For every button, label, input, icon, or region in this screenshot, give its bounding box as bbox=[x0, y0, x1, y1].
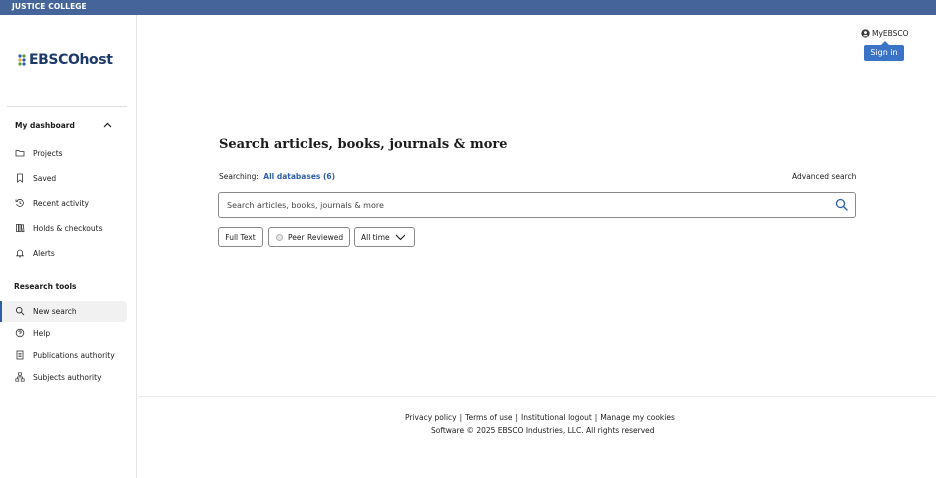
ebscohost-logo[interactable]: EBSCOhost bbox=[17, 52, 113, 68]
privacy-policy-link[interactable]: Privacy policy bbox=[405, 413, 457, 422]
books-icon bbox=[16, 224, 25, 233]
sidebar-item-new-search[interactable]: New search bbox=[0, 301, 127, 322]
peer-reviewed-filter[interactable]: Peer Reviewed bbox=[268, 227, 350, 247]
history-icon bbox=[15, 199, 24, 207]
search-submit-icon[interactable] bbox=[835, 198, 848, 211]
logo-text: EBSCOhost bbox=[29, 52, 113, 68]
institutional-logout-link[interactable]: Institutional logout bbox=[521, 413, 592, 422]
hierarchy-icon bbox=[15, 372, 25, 382]
manage-cookies-link[interactable]: Manage my cookies bbox=[600, 413, 675, 422]
advanced-search-link[interactable]: Advanced search bbox=[792, 172, 856, 181]
myebsco-menu[interactable]: MyEBSCO bbox=[861, 29, 909, 38]
footer-divider bbox=[138, 396, 936, 397]
institution-bar: JUSTICE COLLEGE bbox=[0, 0, 936, 15]
terms-of-use-link[interactable]: Terms of use bbox=[465, 413, 512, 422]
sidebar-item-alerts[interactable]: Alerts bbox=[0, 243, 127, 264]
dashboard-heading: My dashboard bbox=[15, 121, 75, 130]
copyright-text: Software © 2025 EBSCO Industries, LLC. A… bbox=[431, 426, 655, 435]
sidebar-divider bbox=[7, 106, 127, 107]
sidebar-item-label: Recent activity bbox=[33, 199, 89, 208]
sidebar-item-label: Holds & checkouts bbox=[33, 224, 103, 233]
help-icon bbox=[15, 328, 25, 338]
sign-in-button[interactable]: Sign in bbox=[864, 41, 904, 61]
chevron-down-icon bbox=[395, 234, 406, 240]
folder-icon bbox=[15, 150, 25, 157]
sidebar-item-saved[interactable]: Saved bbox=[0, 168, 127, 189]
toggle-circle-icon bbox=[276, 233, 283, 241]
sidebar: EBSCOhost My dashboard Projects Saved Re… bbox=[0, 15, 137, 478]
ebsco-mark-icon bbox=[18, 54, 26, 66]
databases-link[interactable]: All databases (6) bbox=[263, 172, 335, 181]
bookmark-icon bbox=[17, 173, 23, 183]
chevron-up-icon[interactable] bbox=[103, 122, 112, 128]
sidebar-item-projects[interactable]: Projects bbox=[0, 143, 127, 164]
sidebar-item-label: Projects bbox=[33, 149, 63, 158]
sidebar-item-label: Help bbox=[33, 329, 51, 338]
sidebar-item-subjects-authority[interactable]: Subjects authority bbox=[0, 367, 127, 388]
sidebar-item-holds-checkouts[interactable]: Holds & checkouts bbox=[0, 218, 127, 239]
sidebar-item-publications-authority[interactable]: Publications authority bbox=[0, 345, 127, 366]
time-range-dropdown[interactable]: All time bbox=[354, 227, 415, 247]
footer-links: Privacy policy | Terms of use | Institutiona… bbox=[405, 413, 675, 422]
peer-reviewed-label: Peer Reviewed bbox=[288, 232, 344, 242]
search-icon bbox=[15, 306, 25, 316]
time-range-label: All time bbox=[361, 232, 390, 242]
bell-icon bbox=[15, 249, 25, 258]
sidebar-item-label: Subjects authority bbox=[33, 373, 102, 382]
document-icon bbox=[16, 350, 24, 360]
user-circle-icon bbox=[861, 29, 870, 38]
sidebar-item-help[interactable]: Help bbox=[0, 323, 127, 344]
full-text-label: Full Text bbox=[225, 232, 256, 242]
separator: | bbox=[459, 413, 463, 422]
search-input[interactable] bbox=[227, 198, 827, 213]
separator: | bbox=[515, 413, 519, 422]
sidebar-item-label: Alerts bbox=[33, 249, 55, 258]
full-text-filter[interactable]: Full Text bbox=[218, 227, 263, 247]
myebsco-label: MyEBSCO bbox=[872, 29, 909, 38]
searching-scope: Searching: All databases (6) bbox=[219, 172, 335, 181]
page-title: Search articles, books, journals & more bbox=[219, 137, 508, 152]
sidebar-item-label: New search bbox=[33, 307, 77, 316]
sidebar-item-label: Publications authority bbox=[33, 351, 115, 360]
research-tools-heading: Research tools bbox=[14, 282, 77, 291]
institution-name: JUSTICE COLLEGE bbox=[12, 2, 87, 11]
separator: | bbox=[594, 413, 598, 422]
search-bar bbox=[218, 192, 856, 218]
sidebar-item-recent-activity[interactable]: Recent activity bbox=[0, 193, 127, 214]
searching-label: Searching: bbox=[219, 172, 259, 181]
sidebar-item-label: Saved bbox=[33, 174, 57, 183]
